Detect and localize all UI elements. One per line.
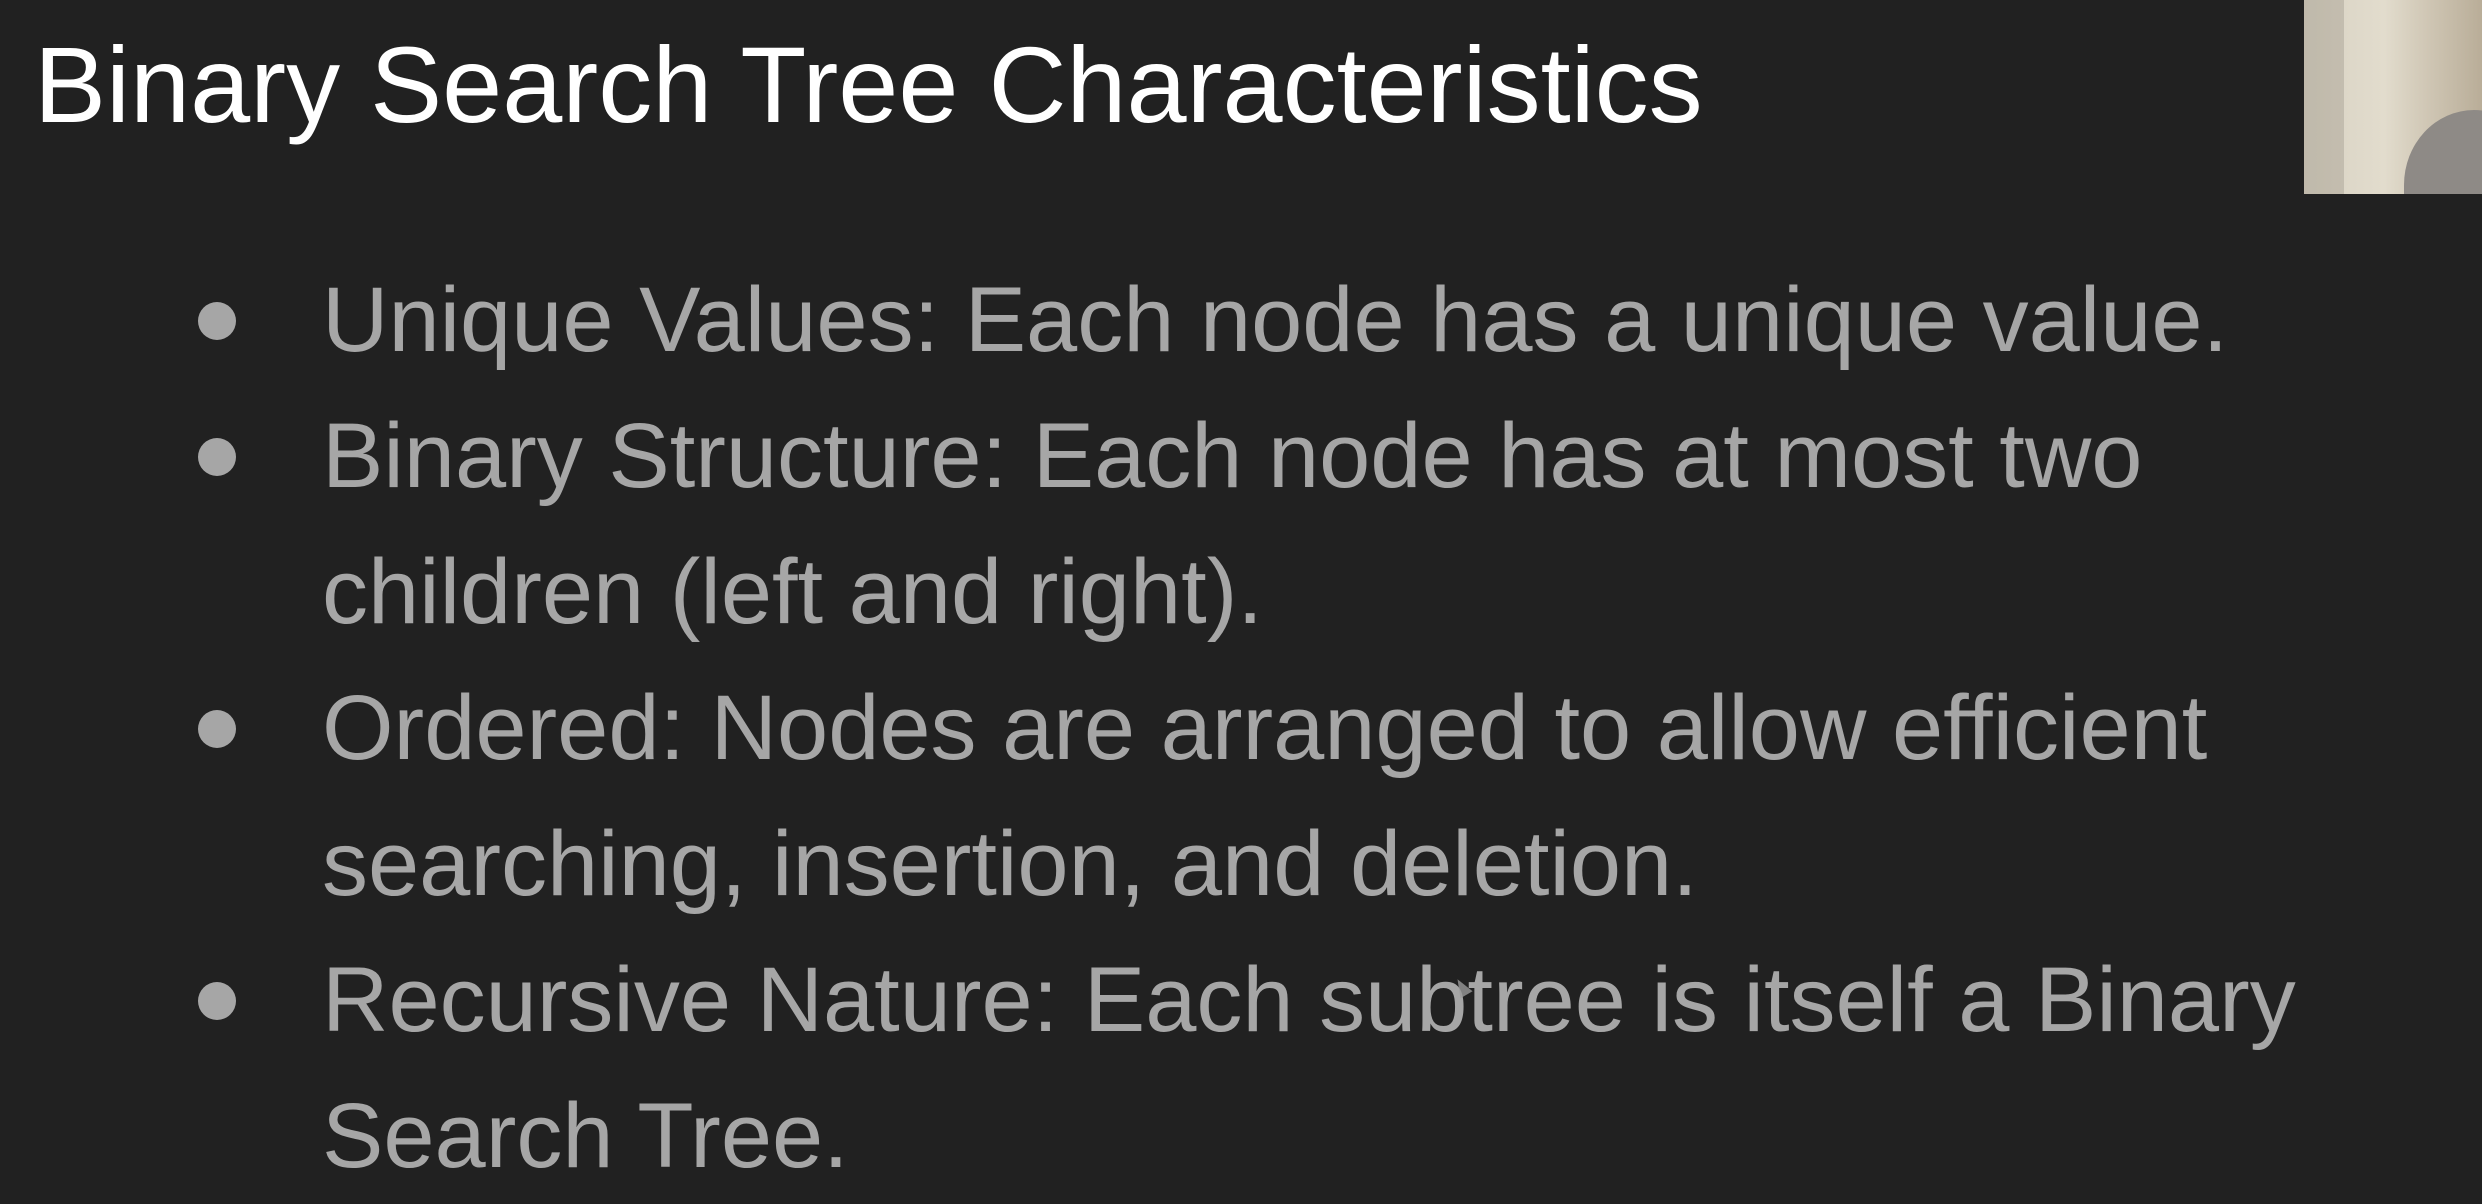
presentation-slide: Binary Search Tree Characteristics Uniqu… — [0, 0, 2482, 1204]
bullet-dot-icon — [198, 438, 236, 476]
bullet-line: Search Tree. — [322, 1085, 849, 1187]
bullet-dot-icon — [198, 982, 236, 1020]
bullet-line: children (left and right). — [322, 541, 1263, 643]
bullet-line: Unique Values: Each node has a unique va… — [322, 269, 2229, 371]
slide-title: Binary Search Tree Characteristics — [34, 24, 1703, 145]
bullet-line: Binary Structure: Each node has at most … — [322, 405, 2143, 507]
bullet-unique-values: Unique Values: Each node has a unique va… — [190, 252, 2470, 388]
bullet-binary-structure: Binary Structure: Each node has at most … — [190, 388, 2470, 660]
bullet-ordered: Ordered: Nodes are arranged to allow eff… — [190, 660, 2470, 932]
bullet-dot-icon — [198, 302, 236, 340]
bullet-recursive-nature: Recursive Nature: Each subtree is itself… — [190, 932, 2470, 1204]
presenter-silhouette — [2404, 110, 2482, 194]
bullet-dot-icon — [198, 710, 236, 748]
presenter-webcam-thumbnail — [2304, 0, 2482, 194]
bullet-line: searching, insertion, and deletion. — [322, 813, 1698, 915]
bullet-line: Recursive Nature: Each subtree is itself… — [322, 949, 2296, 1051]
webcam-background — [2304, 0, 2344, 194]
bullet-line: Ordered: Nodes are arranged to allow eff… — [322, 677, 2208, 779]
bullet-list: Unique Values: Each node has a unique va… — [190, 252, 2470, 1204]
